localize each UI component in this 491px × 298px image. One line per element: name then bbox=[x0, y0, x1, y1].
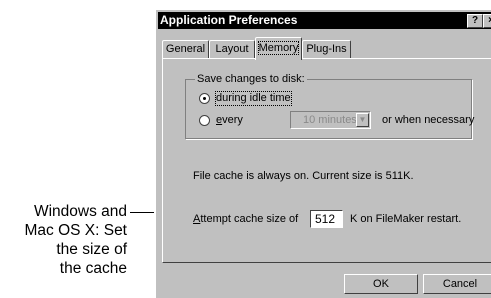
cache-size-label-rest: ttempt cache size of bbox=[200, 213, 299, 225]
tab-plug-ins[interactable]: Plug-Ins bbox=[302, 40, 351, 58]
help-icon[interactable]: ? bbox=[467, 14, 483, 28]
interval-value: 10 minutes bbox=[303, 114, 357, 126]
callout-line: Windows and bbox=[33, 203, 127, 220]
radio-selected-dot bbox=[203, 97, 206, 100]
tab-layout[interactable]: Layout bbox=[209, 40, 255, 58]
callout-line: Mac OS X: Set bbox=[24, 222, 127, 239]
callout-leader-line bbox=[130, 212, 154, 213]
every-label[interactable]: every bbox=[216, 114, 243, 127]
tab-label: Layout bbox=[215, 43, 249, 55]
cache-size-input[interactable]: 512 bbox=[310, 210, 343, 228]
help-glyph: ? bbox=[471, 15, 479, 26]
every-label-rest: very bbox=[222, 114, 243, 126]
tab-label: Plug-Ins bbox=[306, 43, 347, 55]
tab-general[interactable]: General bbox=[162, 40, 209, 58]
cache-size-label: Attempt cache size of bbox=[193, 213, 298, 226]
cancel-label: Cancel bbox=[442, 278, 478, 290]
tab-label: General bbox=[165, 43, 206, 55]
interval-select[interactable]: 10 minutes ▼ bbox=[290, 111, 371, 129]
every-radio[interactable] bbox=[199, 115, 210, 126]
memory-tab-panel: Save changes to disk: during idle time e… bbox=[162, 58, 491, 263]
tab-label: Memory bbox=[257, 41, 300, 55]
idle-time-label[interactable]: during idle time bbox=[215, 91, 292, 106]
save-changes-group: Save changes to disk: during idle time e… bbox=[185, 72, 475, 139]
chevron-down-icon[interactable]: ▼ bbox=[356, 113, 369, 127]
close-icon[interactable]: × bbox=[483, 14, 491, 28]
callout-line: the cache bbox=[59, 260, 127, 277]
cache-size-suffix: K on FileMaker restart. bbox=[350, 213, 462, 225]
tab-memory[interactable]: Memory bbox=[255, 37, 302, 60]
file-cache-status: File cache is always on. Current size is… bbox=[193, 170, 414, 182]
title-bar[interactable]: Application Preferences ? × bbox=[158, 12, 491, 29]
window-title: Application Preferences bbox=[160, 13, 298, 27]
ok-label: OK bbox=[373, 278, 389, 290]
save-changes-legend: Save changes to disk: bbox=[195, 72, 307, 86]
callout-line: the size of bbox=[56, 241, 127, 258]
ok-button[interactable]: OK bbox=[344, 274, 418, 294]
when-necessary-label: or when necessary bbox=[382, 114, 475, 126]
preferences-dialog: Application Preferences ? × General Layo… bbox=[154, 8, 491, 298]
callout-text: Windows and Mac OS X: Set the size of th… bbox=[0, 202, 127, 278]
idle-time-radio[interactable] bbox=[199, 93, 210, 104]
cancel-button[interactable]: Cancel bbox=[423, 274, 491, 294]
